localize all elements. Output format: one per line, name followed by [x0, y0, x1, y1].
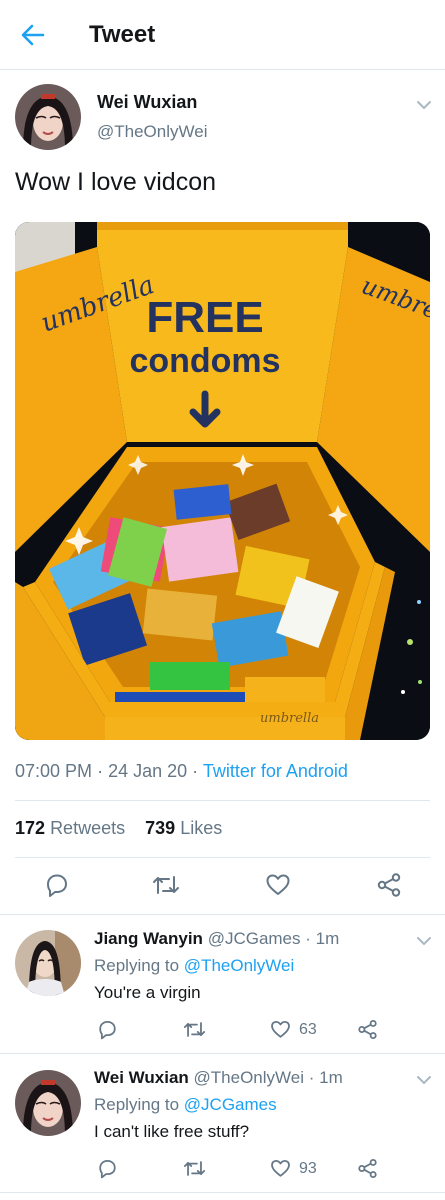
tweet-source[interactable]: Twitter for Android [203, 761, 348, 781]
top-app-bar: Tweet [0, 0, 445, 70]
heart-icon[interactable] [265, 872, 291, 898]
divider [0, 1053, 445, 1054]
reply-icon[interactable] [97, 1158, 118, 1179]
share-icon[interactable] [357, 1158, 378, 1179]
like-count: 63 [299, 1021, 317, 1038]
chevron-down-icon[interactable] [416, 97, 432, 110]
reply-author-handle[interactable]: @TheOnlyWei [194, 1068, 304, 1087]
divider [0, 1192, 445, 1193]
heart-icon[interactable] [270, 1158, 291, 1179]
retweet-icon[interactable] [183, 1158, 206, 1179]
retweet-icon[interactable] [183, 1019, 206, 1040]
arrow-left-icon[interactable] [20, 22, 46, 48]
tweet-stats: 172 Retweets 739 Likes [15, 818, 222, 839]
divider [15, 800, 430, 801]
reply-author-name[interactable]: Jiang Wanyin [94, 929, 203, 948]
share-icon[interactable] [376, 872, 402, 898]
reply-author-name[interactable]: Wei Wuxian [94, 1068, 189, 1087]
retweet-icon[interactable] [152, 872, 180, 898]
tweet-image[interactable]: FREE condoms umbrella umbrella umbrella [15, 222, 430, 740]
reply-header: Jiang Wanyin @JCGames · 1m [94, 929, 340, 948]
heart-icon[interactable] [270, 1019, 291, 1040]
author-name[interactable]: Wei Wuxian [97, 92, 197, 113]
chevron-down-icon[interactable] [416, 933, 432, 946]
reply-text: I can't like free stuff? [94, 1122, 250, 1141]
retweets-stat[interactable]: 172 Retweets [15, 818, 125, 838]
author-avatar[interactable] [15, 84, 81, 150]
replying-to: Replying to @JCGames [94, 1095, 277, 1114]
chevron-down-icon[interactable] [416, 1072, 432, 1085]
mention-link[interactable]: @TheOnlyWei [184, 956, 294, 975]
reply-avatar[interactable] [15, 930, 81, 996]
share-icon[interactable] [357, 1019, 378, 1040]
reply-icon[interactable] [97, 1019, 118, 1040]
page-title: Tweet [89, 21, 156, 48]
divider [15, 857, 430, 858]
reply-author-handle[interactable]: @JCGames [208, 929, 301, 948]
reply-icon[interactable] [44, 872, 70, 898]
divider [0, 914, 445, 915]
tweet-timestamp: 07:00 PM · 24 Jan 20 · Twitter for Andro… [15, 761, 348, 781]
likes-stat[interactable]: 739 Likes [145, 818, 222, 838]
replying-to: Replying to @TheOnlyWei [94, 956, 295, 975]
like-count: 93 [299, 1160, 317, 1177]
tweet-text: Wow I love vidcon [15, 168, 217, 196]
reply-avatar[interactable] [15, 1070, 81, 1136]
media-box-label: umbrella [260, 711, 319, 726]
reply-text: You're a virgin [94, 983, 201, 1002]
author-handle[interactable]: @TheOnlyWei [97, 122, 207, 142]
media-subline: condoms [129, 342, 280, 380]
reply-header: Wei Wuxian @TheOnlyWei · 1m [94, 1068, 343, 1087]
mention-link[interactable]: @JCGames [184, 1095, 277, 1114]
media-headline: FREE [146, 293, 263, 342]
